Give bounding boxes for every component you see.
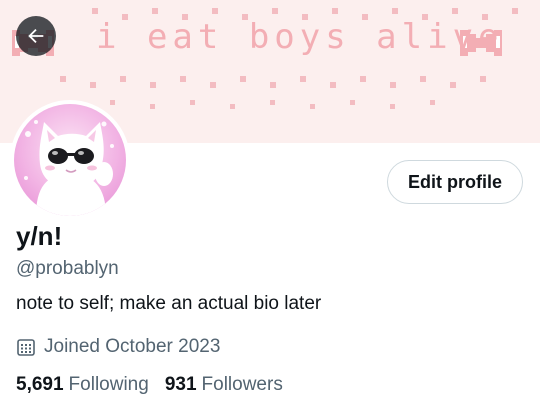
joined-text: Joined October 2023: [44, 336, 221, 357]
profile-screen: i eat boys alive Edit profile y/n! @prob…: [0, 0, 540, 416]
edit-profile-button[interactable]: Edit profile: [387, 160, 523, 204]
followers-label: Followers: [201, 374, 283, 395]
followers-link[interactable]: 931 Followers: [165, 374, 283, 396]
follow-stats: 5,691 Following 931 Followers: [16, 374, 299, 396]
following-label: Following: [68, 374, 149, 395]
profile-bio: note to self; make an actual bio later: [16, 293, 322, 314]
calendar-icon: [16, 337, 36, 357]
followers-count: 931: [164, 374, 197, 395]
back-button[interactable]: [16, 16, 56, 56]
following-count: 5,691: [16, 374, 64, 395]
arrow-left-icon: [28, 28, 44, 44]
banner-text: i eat boys alive: [96, 17, 504, 57]
avatar[interactable]: [10, 100, 130, 220]
user-handle: @probablyn: [16, 258, 119, 279]
following-link[interactable]: 5,691 Following: [16, 374, 149, 396]
display-name: y/n!: [16, 221, 63, 251]
cat-avatar-image: [14, 104, 126, 216]
joined-date: Joined October 2023: [16, 336, 220, 358]
